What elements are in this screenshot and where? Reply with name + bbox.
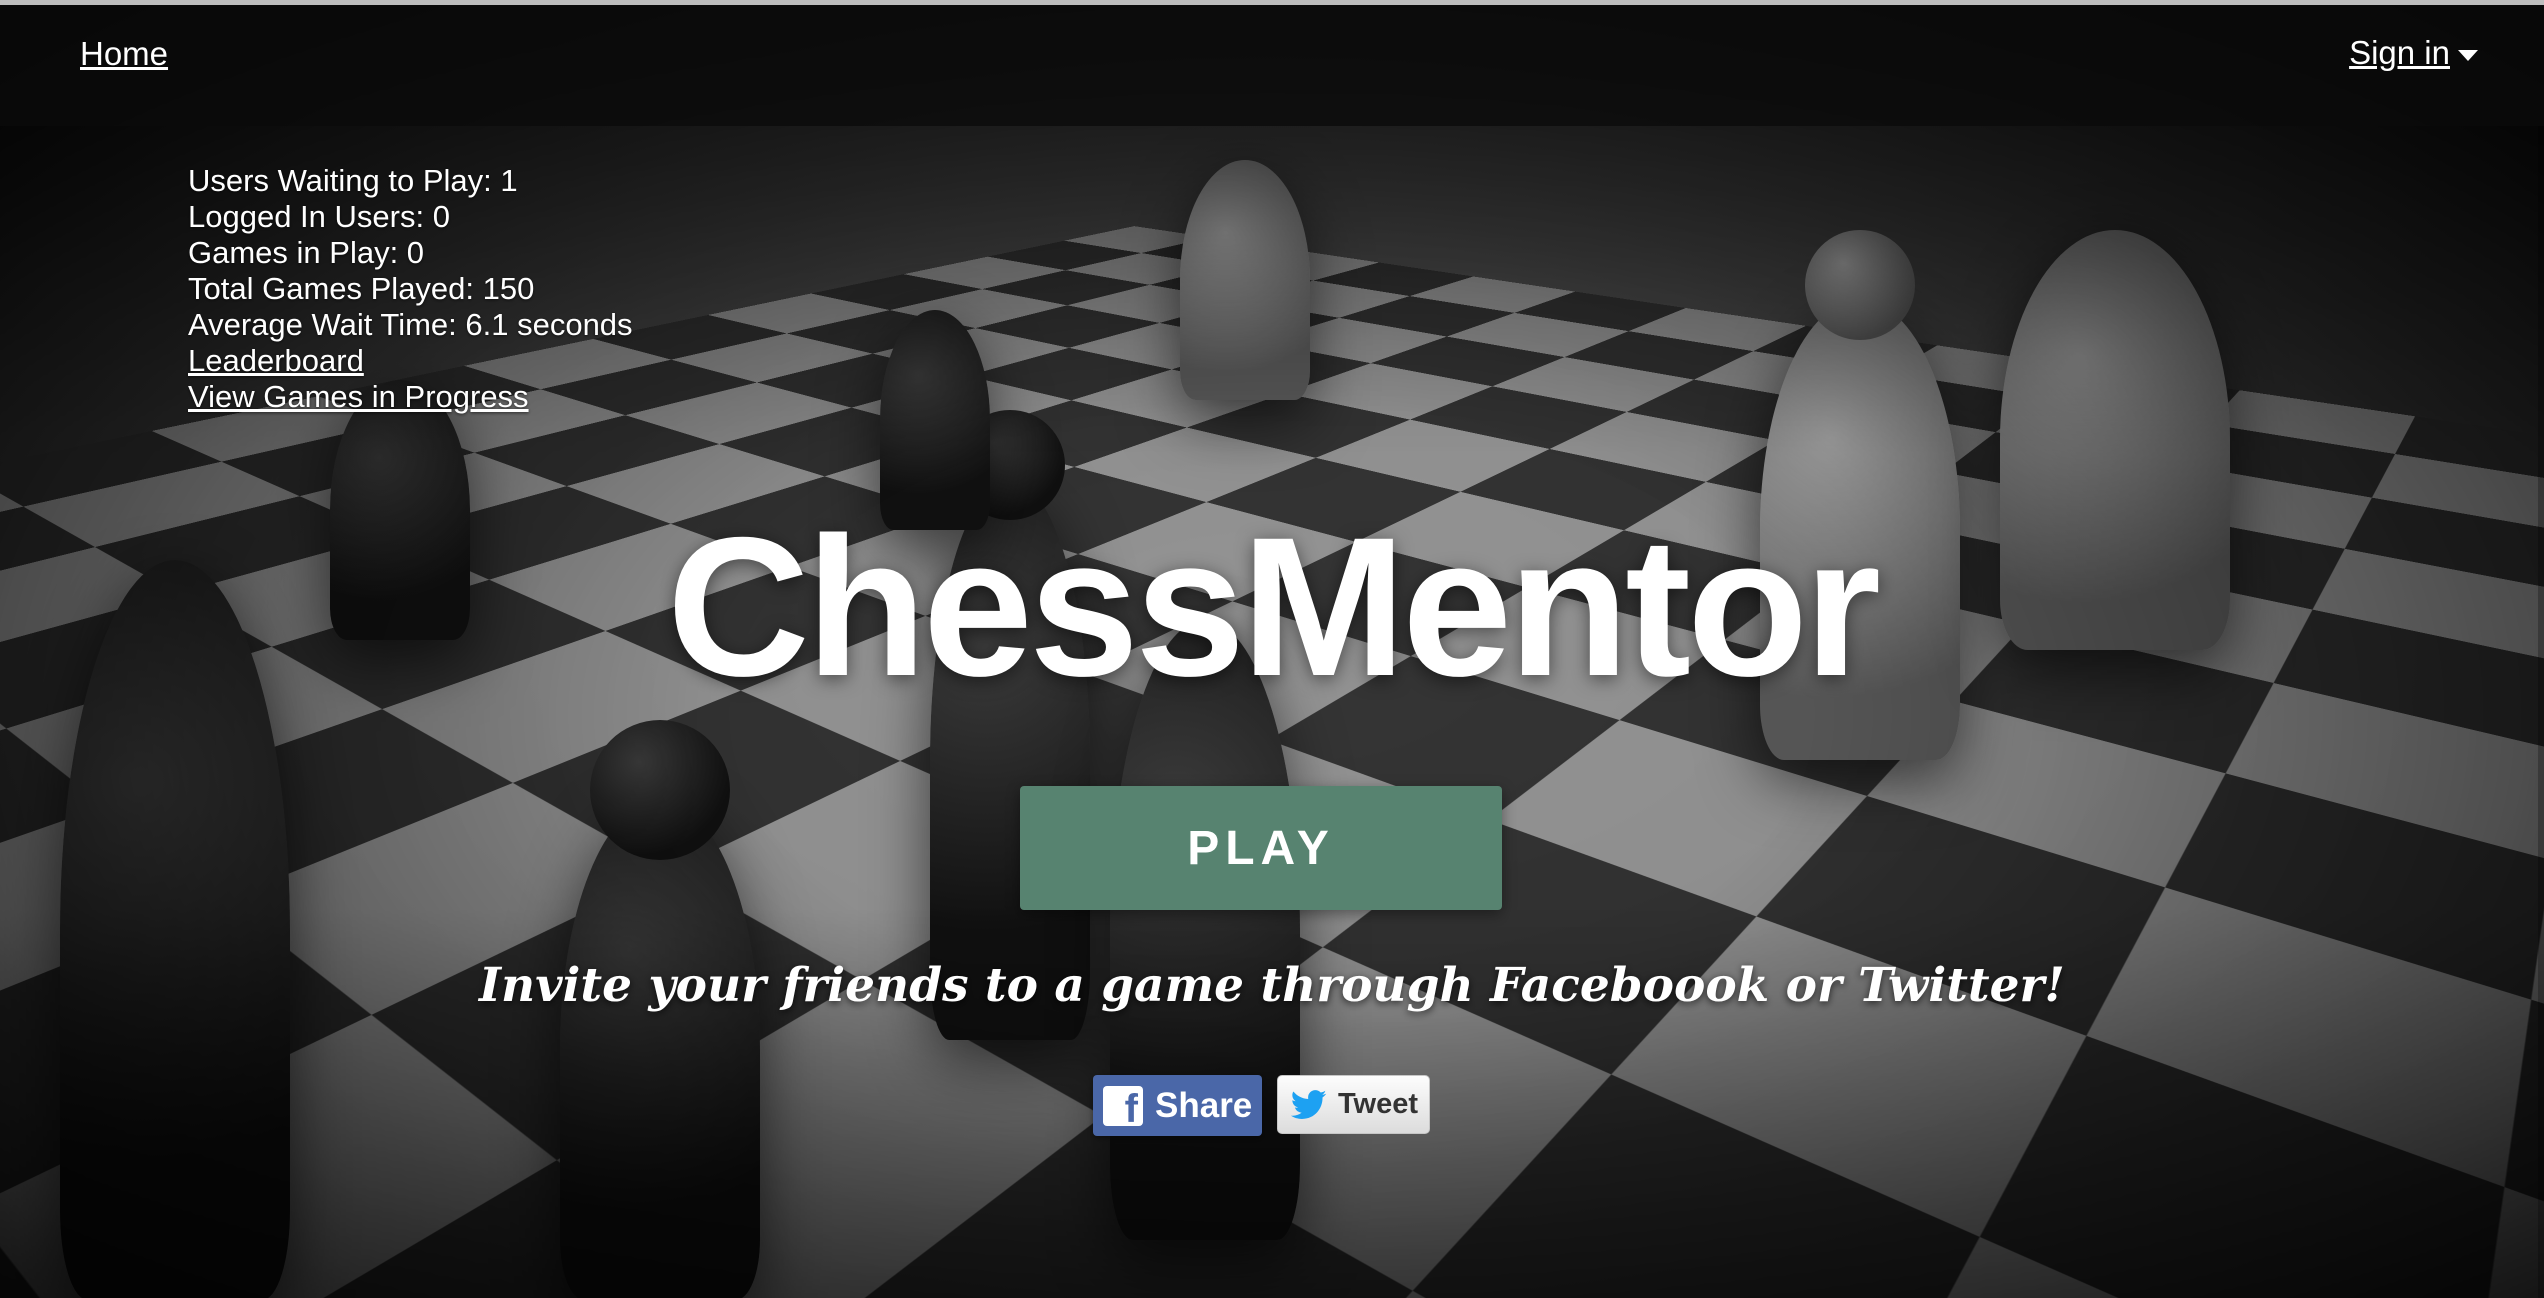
play-button[interactable]: PLAY bbox=[1020, 786, 1502, 910]
view-games-in-progress-link[interactable]: View Games in Progress bbox=[188, 379, 529, 414]
top-navigation-bar: Home Sign in bbox=[0, 0, 2544, 126]
facebook-share-button[interactable]: Share bbox=[1093, 1075, 1262, 1136]
users-waiting-stat: Users Waiting to Play: 1 bbox=[188, 163, 518, 198]
site-title: ChessMentor bbox=[666, 496, 1881, 717]
site-stats-panel: Users Waiting to Play: 1 Logged In Users… bbox=[188, 163, 633, 415]
sign-in-label: Sign in bbox=[2349, 34, 2450, 71]
sign-in-dropdown[interactable]: Sign in bbox=[2349, 34, 2478, 72]
page-scrollbar[interactable] bbox=[2538, 126, 2544, 1298]
caret-down-icon bbox=[2458, 49, 2478, 61]
home-link[interactable]: Home bbox=[80, 35, 168, 73]
logged-in-users-stat: Logged In Users: 0 bbox=[188, 199, 450, 234]
tweet-button[interactable]: Tweet bbox=[1277, 1075, 1430, 1134]
share-label: Share bbox=[1155, 1085, 1253, 1125]
invite-friends-text: Invite your friends to a game through Fa… bbox=[479, 958, 2065, 1013]
total-games-stat: Total Games Played: 150 bbox=[188, 271, 535, 306]
twitter-bird-icon bbox=[1290, 1089, 1327, 1119]
leaderboard-link[interactable]: Leaderboard bbox=[188, 343, 364, 378]
average-wait-stat: Average Wait Time: 6.1 seconds bbox=[188, 307, 633, 342]
tweet-label: Tweet bbox=[1338, 1088, 1419, 1120]
facebook-icon bbox=[1103, 1085, 1143, 1132]
games-in-play-stat: Games in Play: 0 bbox=[188, 235, 425, 270]
